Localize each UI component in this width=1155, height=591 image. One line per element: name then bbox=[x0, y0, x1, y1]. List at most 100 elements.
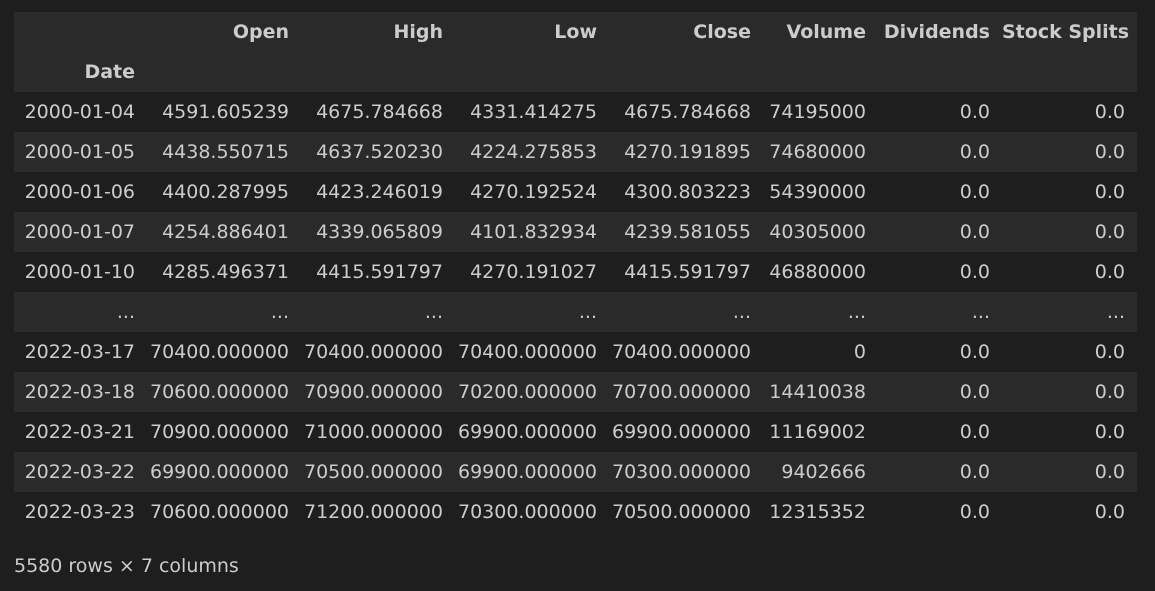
table-cell: 4400.287995 bbox=[162, 181, 289, 203]
table-cell: 4438.550715 bbox=[162, 141, 289, 163]
column-header: Open bbox=[232, 21, 289, 43]
table-row: 2000-01-05 4438.550715 4637.520230 4224.275… bbox=[14, 132, 1137, 172]
table-cell: 0.0 bbox=[1094, 221, 1125, 243]
table-cell: 11169002 bbox=[769, 421, 866, 443]
table-cell: 4270.191027 bbox=[470, 261, 597, 283]
empty-header-cell bbox=[455, 52, 609, 92]
table-cell: ... bbox=[847, 301, 866, 323]
table-cell: 4675.784668 bbox=[316, 101, 443, 123]
row-index: 2022-03-23 bbox=[24, 501, 135, 523]
table-cell: 69900.000000 bbox=[611, 421, 751, 443]
table-row: 2000-01-07 4254.886401 4339.065809 4101.832… bbox=[14, 212, 1137, 252]
table-cell: 0.0 bbox=[959, 181, 990, 203]
table-cell: 70400.000000 bbox=[457, 341, 597, 363]
row-index: ... bbox=[116, 301, 135, 323]
dataframe-table: Open High Low Close Volume Dividends Sto… bbox=[14, 12, 1137, 532]
table-cell: 4285.496371 bbox=[162, 261, 289, 283]
table-cell: 70400.000000 bbox=[303, 341, 443, 363]
table-cell: 69900.000000 bbox=[149, 461, 289, 483]
table-cell: 0.0 bbox=[959, 141, 990, 163]
table-cell: 70300.000000 bbox=[457, 501, 597, 523]
column-header: Stock Splits bbox=[1002, 21, 1130, 43]
table-cell: 0.0 bbox=[959, 341, 990, 363]
row-index: 2022-03-17 bbox=[24, 341, 135, 363]
table-cell: 0.0 bbox=[959, 261, 990, 283]
table-header: Open High Low Close Volume Dividends Sto… bbox=[14, 12, 1137, 92]
row-index: 2022-03-18 bbox=[24, 381, 135, 403]
table-cell: 0.0 bbox=[1094, 141, 1125, 163]
table-cell: 4254.886401 bbox=[162, 221, 289, 243]
table-cell: 9402666 bbox=[781, 461, 866, 483]
table-cell: 0.0 bbox=[959, 101, 990, 123]
table-cell: 12315352 bbox=[769, 501, 866, 523]
table-cell: ... bbox=[270, 301, 289, 323]
column-header: High bbox=[393, 21, 443, 43]
table-cell: 4300.803223 bbox=[624, 181, 751, 203]
empty-header-cell bbox=[763, 52, 878, 92]
table-cell: 0.0 bbox=[1094, 341, 1125, 363]
table-cell: 69900.000000 bbox=[457, 421, 597, 443]
table-cell: 0.0 bbox=[959, 221, 990, 243]
table-cell: 0.0 bbox=[1094, 501, 1125, 523]
empty-header-cell bbox=[147, 52, 301, 92]
table-cell: 70700.000000 bbox=[611, 381, 751, 403]
dataframe-output: Open High Low Close Volume Dividends Sto… bbox=[0, 0, 1155, 591]
table-cell: ... bbox=[732, 301, 751, 323]
table-cell: 71000.000000 bbox=[303, 421, 443, 443]
table-cell: 69900.000000 bbox=[457, 461, 597, 483]
table-cell: 0.0 bbox=[959, 381, 990, 403]
table-cell: 4415.591797 bbox=[316, 261, 443, 283]
index-name: Date bbox=[84, 61, 135, 83]
empty-header-cell bbox=[301, 52, 455, 92]
table-cell: 4423.246019 bbox=[316, 181, 443, 203]
table-cell: 4224.275853 bbox=[470, 141, 597, 163]
shape-summary: 5580 rows × 7 columns bbox=[14, 555, 239, 577]
empty-header-cell bbox=[878, 52, 1002, 92]
table-cell: 0.0 bbox=[1094, 101, 1125, 123]
column-header: Volume bbox=[786, 21, 866, 43]
row-index: 2000-01-10 bbox=[24, 261, 135, 283]
row-index: 2000-01-07 bbox=[24, 221, 135, 243]
table-cell: 0.0 bbox=[959, 501, 990, 523]
table-cell: 4675.784668 bbox=[624, 101, 751, 123]
table-cell: 70400.000000 bbox=[611, 341, 751, 363]
table-cell: ... bbox=[971, 301, 990, 323]
table-cell: 0.0 bbox=[1094, 461, 1125, 483]
table-cell: 70900.000000 bbox=[303, 381, 443, 403]
table-cell: 0.0 bbox=[1094, 181, 1125, 203]
table-row: 2022-03-22 69900.000000 70500.000000 69900.… bbox=[14, 452, 1137, 492]
table-row: ........................ bbox=[14, 292, 1137, 332]
empty-header-cell bbox=[1002, 52, 1137, 92]
table-cell: 74680000 bbox=[769, 141, 866, 163]
table-row: 2022-03-21 70900.000000 71000.000000 69900.… bbox=[14, 412, 1137, 452]
column-header-row: Open High Low Close Volume Dividends Sto… bbox=[14, 12, 1137, 52]
table-cell: 70600.000000 bbox=[149, 381, 289, 403]
table-cell: 4415.591797 bbox=[624, 261, 751, 283]
table-cell: 70600.000000 bbox=[149, 501, 289, 523]
corner-cell bbox=[14, 12, 147, 52]
index-name-row: Date bbox=[14, 52, 1137, 92]
row-index: 2000-01-04 bbox=[24, 101, 135, 123]
table-row: 2000-01-10 4285.496371 4415.591797 4270.191… bbox=[14, 252, 1137, 292]
table-cell: 4331.414275 bbox=[470, 101, 597, 123]
table-cell: 70500.000000 bbox=[303, 461, 443, 483]
table-row: 2000-01-04 4591.605239 4675.784668 4331.414… bbox=[14, 92, 1137, 132]
table-cell: 70900.000000 bbox=[149, 421, 289, 443]
table-cell: 71200.000000 bbox=[303, 501, 443, 523]
table-body: 2000-01-04 4591.605239 4675.784668 4331.414… bbox=[14, 92, 1137, 532]
table-cell: 0.0 bbox=[1094, 261, 1125, 283]
table-cell: 4270.191895 bbox=[624, 141, 751, 163]
table-cell: 54390000 bbox=[769, 181, 866, 203]
table-cell: 4270.192524 bbox=[470, 181, 597, 203]
table-cell: 0 bbox=[853, 341, 866, 363]
row-index: 2000-01-05 bbox=[24, 141, 135, 163]
table-cell: 4637.520230 bbox=[316, 141, 443, 163]
row-index: 2022-03-22 bbox=[24, 461, 135, 483]
empty-header-cell bbox=[609, 52, 763, 92]
column-header: Low bbox=[554, 21, 597, 43]
row-index: 2022-03-21 bbox=[24, 421, 135, 443]
table-cell: 0.0 bbox=[1094, 381, 1125, 403]
row-index: 2000-01-06 bbox=[24, 181, 135, 203]
table-cell: ... bbox=[578, 301, 597, 323]
table-row: 2000-01-06 4400.287995 4423.246019 4270.192… bbox=[14, 172, 1137, 212]
